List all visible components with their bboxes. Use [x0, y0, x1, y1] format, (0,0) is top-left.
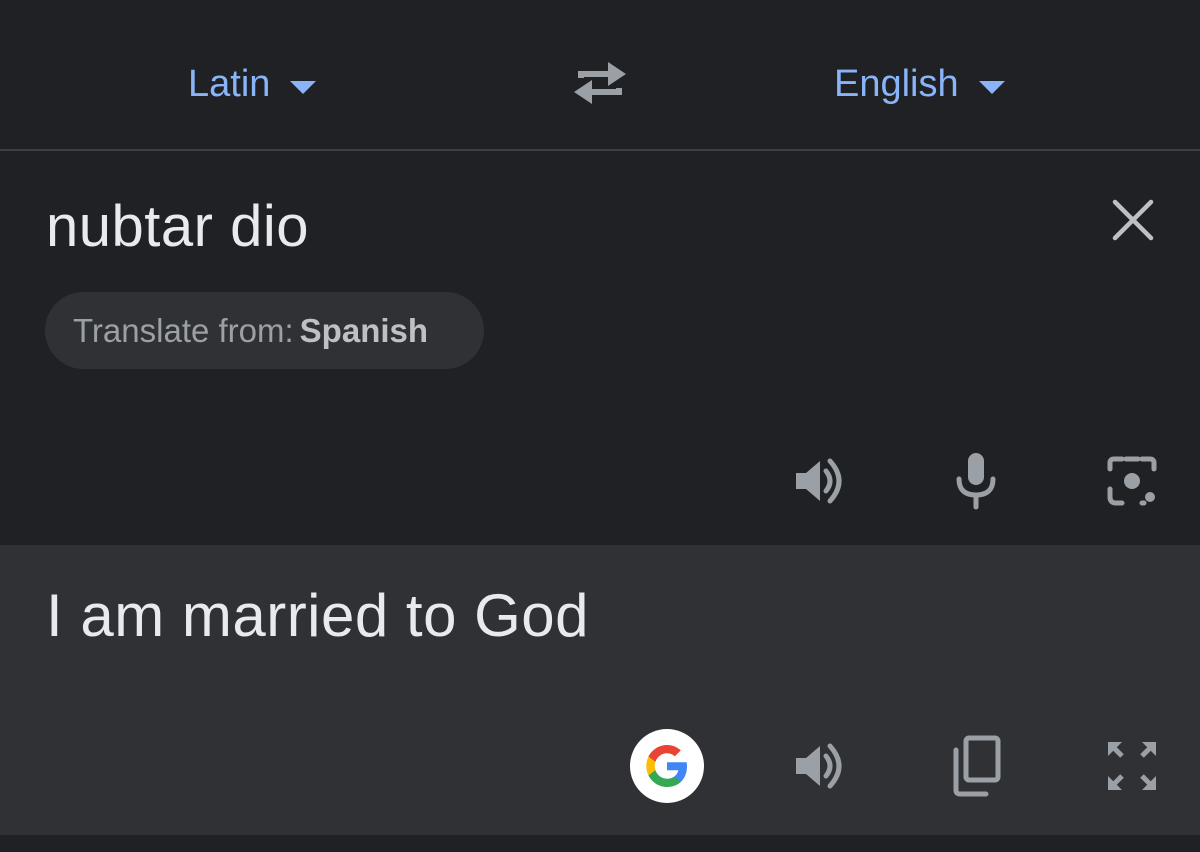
- source-language-label: Latin: [188, 62, 271, 105]
- source-listen-button[interactable]: [788, 449, 852, 513]
- language-bar: Latin English: [0, 0, 1200, 150]
- clear-button[interactable]: [1110, 197, 1156, 243]
- speaker-icon: [796, 743, 842, 789]
- swap-arrows-icon: [574, 62, 626, 104]
- microphone-button[interactable]: [944, 449, 1008, 513]
- caret-down-icon: [290, 80, 317, 94]
- result-listen-button[interactable]: [788, 734, 852, 798]
- chip-prefix-label: Translate from:: [73, 311, 294, 349]
- swap-languages-button[interactable]: [568, 58, 632, 108]
- source-text-input[interactable]: nubtar dio: [46, 193, 309, 260]
- target-language-label: English: [834, 62, 959, 105]
- speaker-icon: [796, 458, 842, 504]
- translated-text: I am married to God: [46, 582, 590, 649]
- google-logo-icon: [646, 745, 687, 787]
- fullscreen-button[interactable]: [1100, 734, 1164, 798]
- copy-button[interactable]: [944, 734, 1008, 798]
- translate-app: Latin English nubtar dio Translate from:…: [0, 0, 1200, 852]
- camera-lens-icon: [1107, 456, 1157, 506]
- target-language-button[interactable]: English: [834, 54, 1005, 114]
- chip-language-label: Spanish: [299, 311, 429, 349]
- detected-language-chip[interactable]: Translate from: Spanish: [45, 292, 484, 369]
- close-icon: [1112, 199, 1154, 241]
- source-language-button[interactable]: Latin: [188, 54, 317, 114]
- google-search-button[interactable]: [630, 729, 704, 803]
- microphone-icon: [956, 453, 996, 510]
- source-input-area[interactable]: nubtar dio Translate from: Spanish: [0, 151, 1200, 545]
- camera-translate-button[interactable]: [1100, 449, 1164, 513]
- fullscreen-icon: [1108, 742, 1156, 790]
- caret-down-icon: [978, 80, 1005, 94]
- bottom-strip: [0, 835, 1200, 852]
- copy-icon: [953, 735, 1001, 797]
- translation-result-area: I am married to God: [0, 545, 1200, 835]
